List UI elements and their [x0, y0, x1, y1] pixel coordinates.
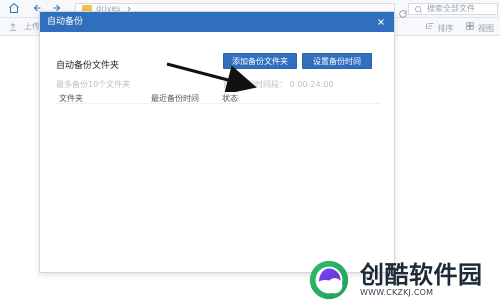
- sort-label: 排序: [437, 24, 454, 33]
- close-icon[interactable]: [375, 16, 387, 28]
- backup-time-range-hint: 自动备份时间段： 0:00-24:00: [223, 80, 334, 89]
- dialog-title: 自动备份: [47, 16, 84, 27]
- home-icon[interactable]: [8, 2, 20, 14]
- view-control[interactable]: 视图: [465, 21, 494, 34]
- add-backup-folder-button[interactable]: 添加备份文件夹: [223, 53, 297, 69]
- sort-control[interactable]: 排序: [425, 21, 454, 34]
- set-backup-time-button[interactable]: 设置备份时间: [302, 53, 372, 69]
- toolbar-right: 排序 视图: [425, 21, 494, 34]
- backup-table-body: [56, 104, 380, 264]
- upload-icon[interactable]: [8, 22, 18, 32]
- grid-view-icon: [465, 21, 475, 31]
- search-icon: [413, 4, 423, 14]
- toolbar-left: 上传: [8, 21, 40, 32]
- app-root: drives 搜索全部文件 上传 排序 视图 自动备份 自动备份文件夹 添加备份…: [0, 0, 500, 307]
- dialog-header: 自动备份: [40, 12, 394, 32]
- backup-table-header: 文件夹 最近备份时间 状态: [56, 90, 380, 104]
- search-box[interactable]: 搜索全部文件: [408, 3, 498, 15]
- column-status: 状态: [222, 94, 238, 103]
- refresh-icon[interactable]: [398, 4, 408, 18]
- upload-label[interactable]: 上传: [24, 21, 40, 32]
- section-title: 自动备份文件夹: [56, 61, 120, 71]
- view-label: 视图: [478, 24, 494, 33]
- column-folder: 文件夹: [59, 94, 83, 103]
- max-folders-hint: 最多备份10个文件夹: [56, 80, 131, 89]
- sort-icon: [425, 21, 435, 31]
- dialog-body: 自动备份文件夹 添加备份文件夹 设置备份时间 最多备份10个文件夹 自动备份时间…: [40, 32, 394, 272]
- search-placeholder: 搜索全部文件: [427, 4, 475, 13]
- auto-backup-dialog: 自动备份 自动备份文件夹 添加备份文件夹 设置备份时间 最多备份10个文件夹 自…: [39, 11, 395, 273]
- column-last-backup-time: 最近备份时间: [151, 94, 199, 103]
